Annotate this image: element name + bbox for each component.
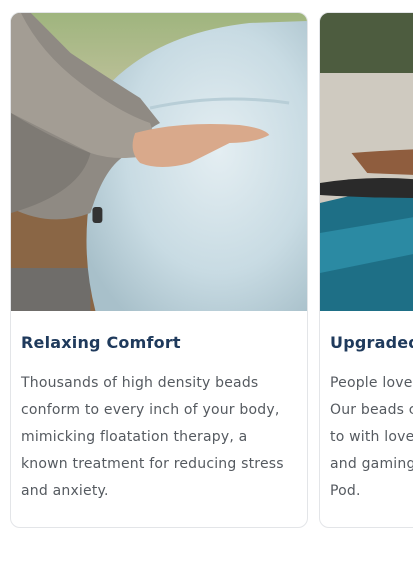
feature-carousel: Relaxing Comfort Thousands of high densi… — [0, 0, 413, 573]
card-description-line: Pod. — [330, 483, 361, 499]
person-on-bean-bag-photo — [11, 13, 307, 311]
card-description: Thousands of high density beads conform … — [21, 375, 284, 499]
card-description: People love Our beads c to with love and… — [330, 370, 413, 505]
card-title: Upgraded — [330, 333, 413, 352]
card-title: Relaxing Comfort — [21, 333, 181, 352]
card-description-line: and gaming — [330, 456, 413, 472]
card-description-line: Our beads c — [330, 402, 413, 418]
card-description-line: People love — [330, 375, 413, 391]
poolside-people-photo — [320, 13, 413, 311]
feature-card: Relaxing Comfort Thousands of high densi… — [10, 12, 308, 528]
card-description-line: to with love — [330, 429, 413, 445]
feature-card: Upgraded People love Our beads c to with… — [319, 12, 413, 528]
